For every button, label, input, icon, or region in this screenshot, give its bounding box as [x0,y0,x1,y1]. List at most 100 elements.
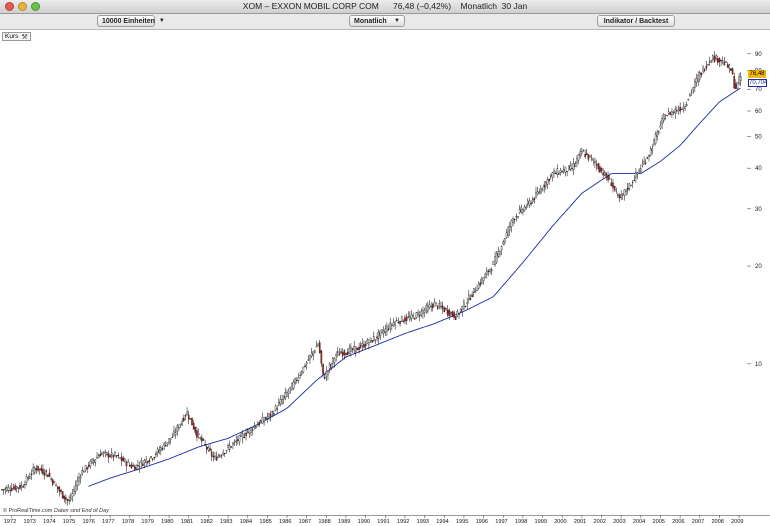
candle-up [173,430,175,436]
candle-up [330,363,332,369]
candle-up [628,183,631,189]
candle-up [577,154,580,161]
candle-down [37,465,39,471]
x-tick-label: 1983 [220,519,232,525]
panel-label-text: Kurs [5,33,19,40]
candle-down [471,294,473,297]
candle-down [264,417,267,419]
candle-up [649,148,652,156]
candle-up [489,268,491,272]
candle-up [386,326,388,332]
candle-down [191,417,193,426]
candle-up [279,399,282,405]
candle-up [81,470,84,476]
candle-down [189,418,192,420]
candle-up [278,401,280,406]
candle-up [396,320,398,322]
candle-up [32,467,34,472]
y-tick-label: 30 [755,207,762,213]
candle-up [638,169,640,172]
candle-down [735,83,737,89]
candle-down [720,59,722,62]
candle-up [294,378,296,384]
candle-up [576,158,578,163]
candle-down [63,495,65,500]
candle-down [402,320,405,323]
candle-down [440,306,442,308]
candle-up [168,438,170,443]
candle-down [142,463,144,466]
candle-up [197,433,200,436]
candle-up [464,305,467,307]
candle-down [451,311,454,316]
candle-up [233,440,236,443]
candle-down [405,316,408,321]
candle-up [199,437,201,439]
candle-up [707,64,709,66]
candle-down [454,316,457,320]
candle-down [11,488,13,491]
candle-down [607,175,609,181]
candle-down [178,427,180,429]
candle-down [533,197,536,201]
candle-up [687,98,690,101]
candle-down [453,312,455,318]
candle-up [556,168,559,175]
candle-down [183,417,185,421]
candle-up [608,178,611,180]
candle-down [151,458,154,460]
candle-down [338,353,341,356]
candle-up [260,420,262,422]
candle-up [553,170,555,174]
candle-up [572,162,575,170]
candle-up [242,433,244,439]
candle-down [120,456,123,461]
candle-up [721,60,724,63]
candle-up [261,417,264,424]
candle-down [212,455,215,458]
candle-up [636,172,639,175]
candle-up [350,346,352,352]
candle-up [664,118,667,120]
candle-up [492,261,495,266]
candle-down [61,491,64,499]
candle-up [482,277,485,282]
candle-up [527,200,529,205]
candle-down [202,439,205,441]
x-tick-label: 2008 [711,519,723,525]
candle-down [269,413,272,417]
candle-up [689,93,691,96]
candle-down [43,472,46,476]
x-tick-label: 1974 [43,519,55,525]
candle-up [659,125,662,129]
candle-up [699,72,701,80]
wrench-icon[interactable]: ⚒ [21,33,27,41]
candle-down [676,110,678,112]
candle-up [695,78,698,83]
candle-up [317,343,319,347]
candle-up [640,168,642,173]
candle-down [543,184,545,188]
candle-up [653,139,655,145]
candle-up [284,392,287,399]
candle-down [65,497,67,500]
candle-down [14,485,16,490]
candle-up [335,354,337,357]
x-tick-label: 2009 [731,519,743,525]
candle-down [731,68,734,75]
candle-up [397,322,400,324]
candle-down [445,308,447,310]
candle-up [25,476,28,483]
candle-up [495,253,498,263]
candle-up [253,425,256,428]
candle-down [215,456,218,461]
candle-up [590,157,593,160]
candle-up [517,216,519,218]
candle-up [674,109,676,114]
candle-down [666,115,668,117]
candle-up [114,452,116,456]
candle-down [414,318,416,320]
candle-down [479,282,482,285]
candle-up [91,458,93,464]
candle-up [389,322,391,329]
